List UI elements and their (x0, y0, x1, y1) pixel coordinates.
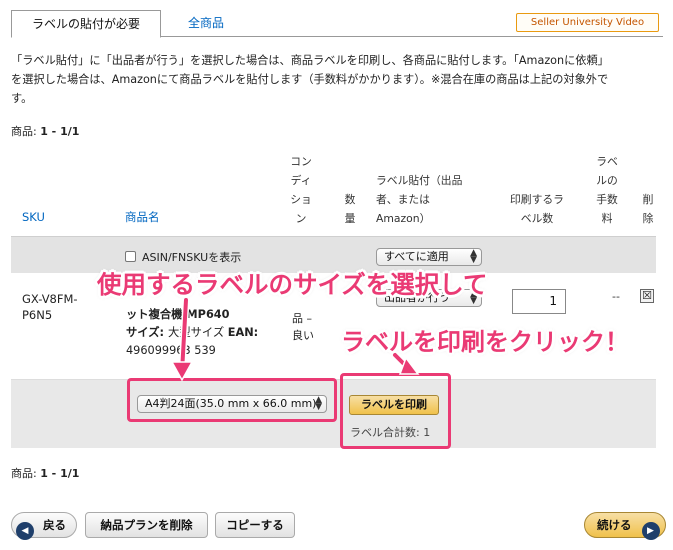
label-size-highlight-box (127, 378, 337, 422)
show-asin-toggle[interactable]: ASIN/FNSKUを表示 (125, 249, 241, 265)
header-text: Amazon） (376, 212, 431, 225)
description-text: 「ラベル貼付」に「出品者が行う」を選択した場合は、商品ラベルを印刷し、各商品に貼… (11, 51, 661, 108)
header-text: ベル数 (520, 212, 554, 225)
copy-button[interactable]: コピーする (215, 512, 295, 538)
column-header-product-name[interactable]: 商品名 (125, 209, 160, 225)
header-text: 印刷するラ (510, 193, 564, 206)
back-button[interactable]: ◀ 戻る (11, 512, 77, 540)
header-text: 数 (344, 193, 356, 206)
tab-labels-required[interactable]: ラベルの貼付が必要 (11, 10, 161, 38)
row-label-fee: -- (612, 290, 620, 303)
row-condition-line: 品 – (292, 312, 312, 325)
column-header-label-fee: ラベ ルの 手数 料 (595, 152, 619, 228)
delete-plan-button[interactable]: 納品プランを削除 (85, 512, 208, 538)
item-count-value: 1 - 1/1 (40, 125, 80, 138)
column-header-label-affix: ラベル貼付（出品 者、または Amazon） (376, 171, 480, 228)
header-text: 除 (642, 212, 654, 225)
continue-button-label: 続ける (597, 518, 632, 532)
arrow-left-icon: ◀ (16, 522, 34, 540)
header-text: ラベ (596, 155, 618, 168)
row-ean-value: 496099963 539 (126, 344, 216, 357)
apply-all-select-value: すべてに適用 (384, 250, 449, 263)
tab-all-products[interactable]: 全商品 (171, 10, 241, 36)
header-text: 削 (642, 193, 654, 206)
header-text: ディ (290, 174, 312, 187)
column-header-condition: コン ディ ショ ン (288, 152, 314, 228)
column-header-quantity: 数 量 (340, 190, 360, 228)
row-size-value: 大型サイズ (168, 326, 228, 339)
row-condition-line: 良い (292, 329, 314, 342)
header-text: 量 (344, 212, 356, 225)
back-button-label: 戻る (43, 518, 67, 532)
row-size-line: サイズ: 大型サイズ EAN: (126, 324, 296, 342)
delete-row-icon[interactable]: ☒ (640, 289, 654, 303)
row-ean-label: EAN: (227, 326, 259, 339)
select-arrows-icon: ▲ ▼ (470, 248, 477, 265)
column-header-delete: 削 除 (640, 190, 656, 228)
header-text: コン (290, 155, 312, 168)
header-text: ショ (290, 193, 312, 206)
show-asin-label: ASIN/FNSKUを表示 (142, 251, 242, 264)
row-sku-line: P6N5 (22, 308, 53, 322)
item-count-top: 商品: 1 - 1/1 (11, 123, 79, 139)
continue-button[interactable]: 続ける ▶ (584, 512, 666, 540)
row-size-label: サイズ: (126, 326, 169, 339)
labels-to-print-input[interactable]: 1 (512, 289, 566, 314)
header-text: ン (295, 212, 307, 225)
seller-university-video-button[interactable]: Seller University Video (516, 13, 659, 32)
item-count-bottom: 商品: 1 - 1/1 (11, 465, 79, 481)
item-count-label: 商品: (11, 125, 41, 138)
description-line-1: 「ラベル貼付」に「出品者が行う」を選択した場合は、商品ラベルを印刷し、各商品に貼… (11, 54, 609, 67)
annotation-select-size: 使用するラベルのサイズを選択して (97, 270, 488, 299)
header-text: 料 (601, 212, 613, 225)
print-button-highlight-box (340, 373, 451, 449)
column-header-labels-to-print: 印刷するラ ベル数 (502, 190, 572, 228)
row-sku: GX-V8FM- P6N5 (22, 291, 78, 323)
arrow-right-icon: ▶ (641, 522, 660, 540)
tab-bar: ラベルの貼付が必要 全商品 Seller University Video (11, 10, 663, 38)
description-line-3: す。 (11, 92, 33, 105)
annotation-click-print: ラベルを印刷をクリック！ (341, 328, 629, 356)
show-asin-checkbox[interactable] (125, 251, 136, 262)
header-text: ラベル貼付（出品 (376, 174, 463, 187)
row-product-info: ット複合機 MP640 サイズ: 大型サイズ EAN: 496099963 53… (126, 306, 296, 360)
header-text: 者、または (376, 193, 430, 206)
row-condition: 品 – 良い (292, 310, 314, 344)
row-sku-line: GX-V8FM- (22, 292, 78, 306)
header-text: ルの (596, 174, 618, 187)
row-product-name[interactable]: ット複合機 MP640 (126, 306, 296, 324)
column-header-sku[interactable]: SKU (22, 210, 45, 224)
header-text: 手数 (596, 193, 618, 206)
description-line-2: を選択した場合は、Amazonにて商品ラベルを貼付します（手数料がかかります）。… (11, 73, 609, 86)
item-count-label: 商品: (11, 467, 41, 480)
item-count-value: 1 - 1/1 (40, 467, 80, 480)
apply-all-select[interactable]: すべてに適用 ▲ ▼ (376, 248, 482, 266)
